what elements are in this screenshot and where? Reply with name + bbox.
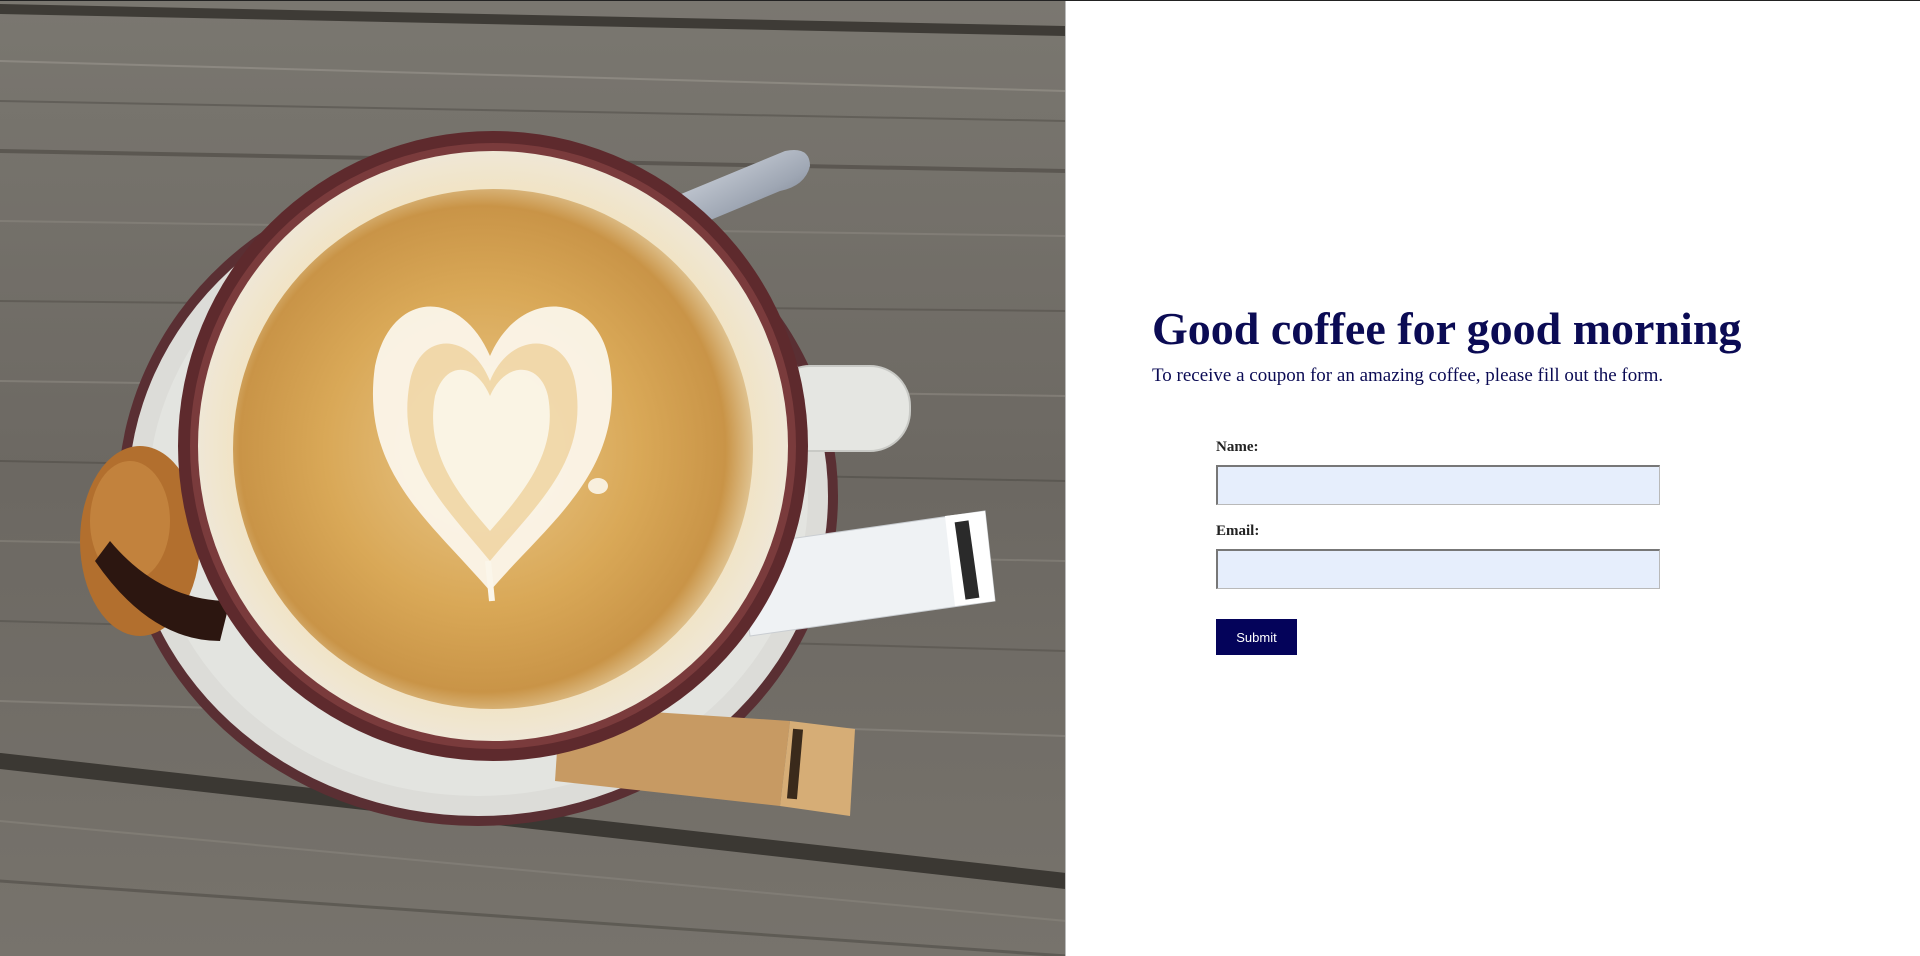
form-panel: Good coffee for good morning To receive … xyxy=(1066,1,1920,956)
name-input[interactable] xyxy=(1216,465,1660,505)
page: Good coffee for good morning To receive … xyxy=(0,0,1920,956)
page-title: Good coffee for good morning xyxy=(1152,303,1742,354)
name-label: Name: xyxy=(1216,439,1259,455)
submit-button[interactable]: Submit xyxy=(1216,619,1297,655)
email-label: Email: xyxy=(1216,523,1260,539)
coffee-hero-image xyxy=(0,1,1066,956)
page-subtitle: To receive a coupon for an amazing coffe… xyxy=(1152,365,1664,386)
email-input[interactable] xyxy=(1216,549,1660,589)
coupon-form: Name: Email: Submit xyxy=(1216,437,1676,655)
